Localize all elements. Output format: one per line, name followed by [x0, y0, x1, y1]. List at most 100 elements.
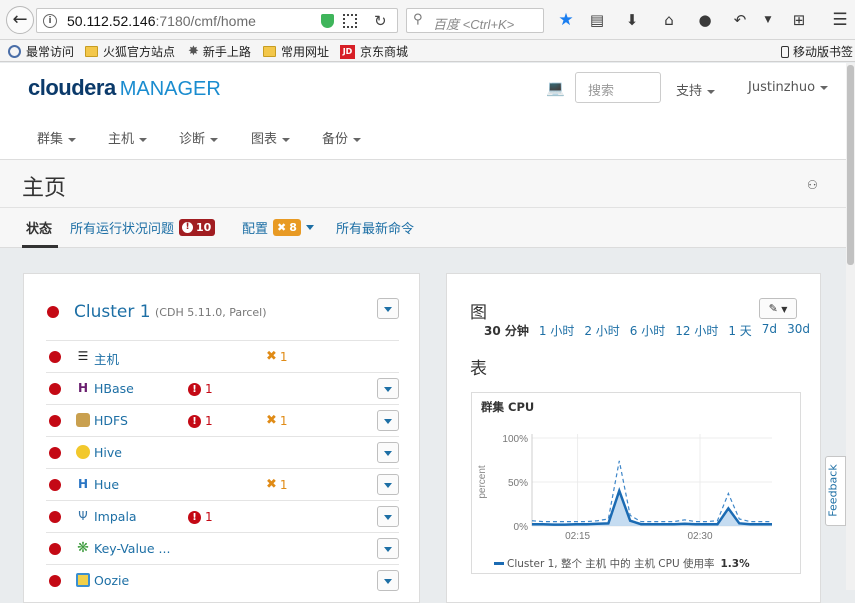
cluster-cpu-chart[interactable]: 群集 CPU 0% 50% 100% 02:15 02:30 percent Cluste…	[471, 392, 801, 574]
cloudera-logo[interactable]: cloudera MANAGER	[28, 75, 221, 101]
header-search-input[interactable]: 搜索	[575, 72, 661, 103]
qr-code-icon[interactable]	[343, 14, 357, 28]
y-tick-label: 100%	[502, 434, 528, 445]
service-actions-button[interactable]	[377, 410, 399, 431]
tab-recent-commands[interactable]: 所有最新命令	[336, 218, 414, 237]
bookmark-jd[interactable]: JD 京东商城	[340, 43, 408, 60]
range-12h[interactable]: 12 小时	[675, 322, 718, 339]
range-1d[interactable]: 1 天	[728, 322, 751, 339]
reload-icon[interactable]: ↻	[374, 12, 387, 30]
charts-panel: 图 表 ✎ ▼ 30 分钟 1 小时 2 小时 6 小时 12 小时 1 天 7…	[446, 273, 821, 603]
range-1h[interactable]: 1 小时	[539, 322, 574, 339]
hue-icon: H	[77, 477, 89, 491]
cm-header: cloudera MANAGER 💻 搜索 支持 Justinzhuo 群集 主机…	[0, 63, 855, 160]
support-menu[interactable]: 支持	[676, 80, 716, 99]
range-7d[interactable]: 7d	[762, 322, 777, 339]
hdfs-icon	[76, 413, 90, 427]
wrench-icon: ✖	[266, 477, 277, 492]
menu-charts[interactable]: 图表	[251, 128, 291, 147]
cluster-version: (CDH 5.11.0, Parcel)	[155, 306, 267, 319]
cluster-status-dot	[47, 306, 59, 318]
service-link[interactable]: HDFS	[94, 413, 128, 428]
health-alert[interactable]: ! 1	[188, 414, 213, 428]
service-actions-button[interactable]	[377, 378, 399, 399]
dropdown-caret-icon[interactable]: ▼	[757, 9, 779, 31]
cluster-name-link[interactable]: Cluster 1	[74, 302, 151, 322]
config-alert[interactable]: ✖ 1	[266, 477, 288, 492]
tab-configuration[interactable]: 配置 ✖ 8	[242, 218, 314, 237]
alert-icon: !	[188, 382, 201, 396]
back-arrow-icon[interactable]: ←	[6, 6, 34, 34]
user-menu[interactable]: Justinzhuo	[748, 80, 829, 95]
status-dot	[49, 479, 61, 491]
service-link[interactable]: Hue	[94, 477, 119, 492]
range-30m[interactable]: 30 分钟	[484, 322, 529, 339]
range-30d[interactable]: 30d	[787, 322, 810, 339]
chevron-down-icon	[305, 225, 314, 230]
shield-icon[interactable]	[321, 14, 334, 28]
bookmark-star-icon[interactable]: ★	[555, 9, 577, 31]
wrench-icon: ✖	[266, 413, 277, 428]
health-alert[interactable]: ! 1	[188, 510, 213, 524]
service-actions-button[interactable]	[377, 442, 399, 463]
bookmarks-bar: 最常访问 火狐官方站点 ✸ 新手上路 常用网址 JD 京东商城 移动版书签	[0, 40, 855, 62]
menu-clusters[interactable]: 群集	[37, 128, 77, 147]
bookmark-common-sites[interactable]: 常用网址	[263, 43, 329, 60]
config-alert[interactable]: ✖ 1	[266, 349, 288, 364]
time-range-selector: 30 分钟 1 小时 2 小时 6 小时 12 小时 1 天 7d 30d	[484, 322, 820, 339]
charts-title: 图	[470, 303, 487, 323]
range-6h[interactable]: 6 小时	[630, 322, 665, 339]
url-text[interactable]: 50.112.52.146:7180/cmf/home	[67, 13, 256, 29]
bookmark-getting-started[interactable]: ✸ 新手上路	[188, 43, 251, 60]
mobile-icon	[781, 45, 789, 58]
edit-charts-button[interactable]: ✎ ▼	[759, 298, 797, 319]
service-link[interactable]: HBase	[94, 381, 134, 396]
range-2h[interactable]: 2 小时	[584, 322, 619, 339]
undo-icon[interactable]: ↶	[729, 9, 751, 31]
health-alert[interactable]: ! 1	[188, 382, 213, 396]
bookmark-firefox-site[interactable]: 火狐官方站点	[85, 43, 175, 60]
service-link[interactable]: 主机	[94, 349, 119, 368]
series-line	[532, 487, 772, 526]
browser-search-input[interactable]: ⚲ 百度 <Ctrl+K>	[406, 8, 544, 33]
chat-icon[interactable]: ●	[694, 9, 716, 31]
menu-icon[interactable]: ☰	[829, 9, 851, 31]
cluster-actions-button[interactable]	[377, 298, 399, 319]
service-actions-button[interactable]	[377, 474, 399, 495]
feedback-tab[interactable]: Feedback	[825, 456, 846, 526]
address-bar[interactable]: i 50.112.52.146:7180/cmf/home ↻	[36, 8, 398, 33]
tab-health-issues[interactable]: 所有运行状况问题! 10	[70, 218, 216, 237]
bookmark-mobile[interactable]: 移动版书签	[781, 43, 853, 60]
service-actions-button[interactable]	[377, 538, 399, 559]
info-icon[interactable]: i	[43, 14, 57, 28]
service-link[interactable]: Oozie	[94, 573, 129, 588]
status-dot	[49, 575, 61, 587]
config-issues-badge: ✖ 8	[273, 219, 301, 236]
menu-hosts[interactable]: 主机	[108, 128, 148, 147]
bookmark-most-visited[interactable]: 最常访问	[8, 43, 74, 60]
service-actions-button[interactable]	[377, 506, 399, 527]
status-dot	[49, 447, 61, 459]
scrollbar-thumb[interactable]	[847, 65, 854, 265]
download-icon[interactable]: ⬇	[621, 9, 643, 31]
gear-icon	[8, 45, 21, 58]
service-actions-button[interactable]	[377, 570, 399, 591]
y-axis-label: percent	[477, 465, 488, 499]
menu-backup[interactable]: 备份	[322, 128, 362, 147]
health-issues-badge: ! 10	[179, 219, 216, 236]
laptop-icon[interactable]: 💻	[546, 79, 565, 97]
edit-icon: ✎	[768, 302, 778, 315]
tab-status[interactable]: 状态	[26, 218, 52, 237]
scrollbar[interactable]	[846, 63, 855, 590]
service-link[interactable]: Hive	[94, 445, 122, 460]
wrench-icon: ✖	[277, 221, 287, 234]
service-link[interactable]: Key-Value ...	[94, 541, 170, 556]
crop-icon[interactable]: ⊞	[788, 9, 810, 31]
service-row-impala: Ψ Impala ! 1	[46, 500, 399, 532]
home-icon[interactable]: ⌂	[658, 9, 680, 31]
service-link[interactable]: Impala	[94, 509, 137, 524]
time-icon[interactable]: ⚇	[807, 178, 818, 192]
reading-list-icon[interactable]: ▤	[586, 9, 608, 31]
menu-diagnostics[interactable]: 诊断	[179, 128, 219, 147]
config-alert[interactable]: ✖ 1	[266, 413, 288, 428]
